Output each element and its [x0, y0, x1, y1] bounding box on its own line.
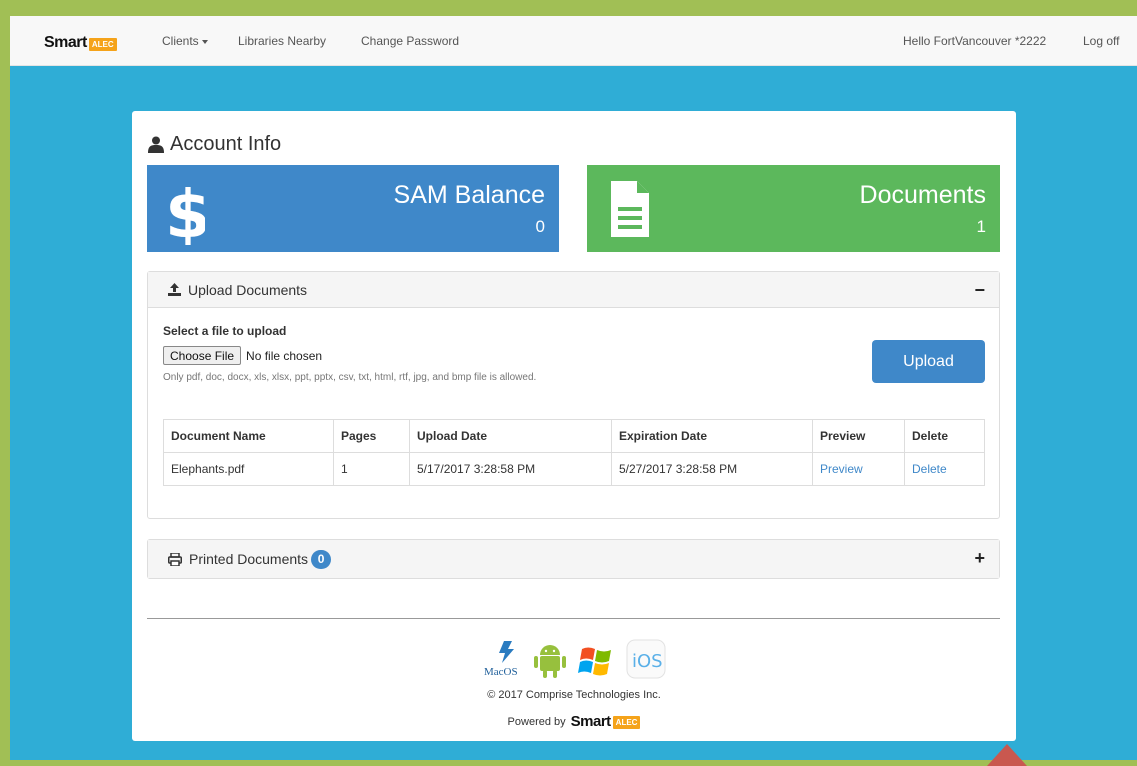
- documents-label: Documents: [859, 181, 986, 209]
- account-title-text: Account Info: [170, 133, 282, 155]
- table-row: Elephants.pdf 1 5/17/2017 3:28:58 PM 5/2…: [163, 452, 985, 486]
- documents-tile[interactable]: Documents 1: [587, 165, 1000, 252]
- app-frame: Smart ALEC Clients Libraries Nearby Chan…: [10, 16, 1137, 760]
- cell-preview: Preview: [812, 452, 905, 486]
- upload-documents-panel: Upload Documents − Select a file to uplo…: [147, 271, 1000, 519]
- allowed-types-hint: Only pdf, doc, docx, xls, xlsx, ppt, ppt…: [163, 372, 537, 383]
- user-icon: [148, 136, 164, 153]
- printed-documents-panel: Printed Documents 0 +: [147, 539, 1000, 579]
- nav-clients-dropdown[interactable]: Clients: [162, 34, 208, 48]
- navbar: Smart ALEC Clients Libraries Nearby Chan…: [10, 16, 1137, 66]
- upload-panel-header[interactable]: Upload Documents −: [148, 272, 999, 308]
- nav-change-password[interactable]: Change Password: [361, 34, 459, 48]
- account-title: Account Info: [148, 133, 281, 156]
- expand-toggle-button[interactable]: +: [974, 548, 985, 569]
- document-icon: [611, 181, 649, 237]
- macos-icon: MacOS: [484, 641, 518, 678]
- select-file-label: Select a file to upload: [163, 324, 287, 338]
- triangle-marker-icon: [987, 744, 1027, 766]
- user-greeting[interactable]: Hello FortVancouver *2222: [903, 34, 1046, 48]
- copyright-text: © 2017 Comprise Technologies Inc.: [487, 689, 661, 701]
- file-input[interactable]: Choose File No file chosen: [163, 346, 322, 365]
- col-delete: Delete: [904, 419, 985, 453]
- documents-table: Document Name Pages Upload Date Expirati…: [163, 419, 985, 486]
- printed-count-badge: 0: [311, 549, 332, 569]
- cell-upload-date: 5/17/2017 3:28:58 PM: [409, 452, 612, 486]
- account-card: Account Info $ SAM Balance 0 Documents 1: [132, 111, 1016, 741]
- powered-by-label: Powered by: [507, 715, 566, 728]
- sam-balance-value: 0: [535, 217, 545, 236]
- cell-pages: 1: [333, 452, 410, 486]
- col-preview: Preview: [812, 419, 905, 453]
- brand-logo[interactable]: Smart ALEC: [44, 34, 117, 52]
- windows-icon: [578, 647, 611, 676]
- col-document-name: Document Name: [163, 419, 334, 453]
- footer-divider: [147, 618, 1000, 619]
- nav-clients-label: Clients: [162, 34, 199, 48]
- col-expiration-date: Expiration Date: [611, 419, 813, 453]
- os-logos: MacOS iOS: [482, 639, 666, 679]
- powered-by: Powered by Smart ALEC: [132, 713, 1016, 730]
- svg-text:$: $: [165, 176, 205, 245]
- ios-icon: iOS: [626, 639, 666, 679]
- printed-panel-title: Printed Documents: [189, 551, 309, 567]
- logoff-link[interactable]: Log off: [1083, 34, 1119, 48]
- choose-file-button[interactable]: Choose File: [163, 346, 242, 365]
- documents-value: 1: [976, 217, 986, 236]
- delete-link[interactable]: Delete: [912, 462, 947, 476]
- caret-down-icon: [201, 39, 208, 44]
- dollar-icon: $: [165, 176, 205, 245]
- powered-brand-alec: ALEC: [612, 716, 641, 729]
- upload-button[interactable]: Upload: [872, 340, 985, 383]
- preview-link[interactable]: Preview: [820, 462, 863, 476]
- cell-delete: Delete: [904, 452, 985, 486]
- brand-alec-badge: ALEC: [88, 37, 117, 51]
- collapse-toggle-button[interactable]: −: [974, 280, 985, 301]
- table-header-row: Document Name Pages Upload Date Expirati…: [163, 419, 985, 453]
- col-pages: Pages: [333, 419, 410, 453]
- bottom-border: [0, 760, 1137, 766]
- printer-icon: [168, 552, 182, 566]
- sam-balance-label: SAM Balance: [393, 181, 545, 209]
- printed-panel-header[interactable]: Printed Documents 0 +: [148, 540, 999, 578]
- cell-expiration-date: 5/27/2017 3:28:58 PM: [611, 452, 813, 486]
- cell-document-name: Elephants.pdf: [163, 452, 334, 486]
- svg-text:MacOS: MacOS: [484, 666, 518, 678]
- col-upload-date: Upload Date: [409, 419, 612, 453]
- brand-smart-text: Smart: [44, 34, 87, 51]
- upload-icon: [168, 283, 181, 296]
- svg-text:iOS: iOS: [632, 651, 663, 672]
- powered-brand-smart: Smart: [570, 713, 612, 730]
- no-file-chosen-text: No file chosen: [246, 348, 323, 363]
- nav-libraries-nearby[interactable]: Libraries Nearby: [238, 34, 326, 48]
- sam-balance-tile[interactable]: $ SAM Balance 0: [147, 165, 559, 252]
- android-icon: [534, 645, 566, 678]
- upload-panel-title: Upload Documents: [188, 281, 308, 298]
